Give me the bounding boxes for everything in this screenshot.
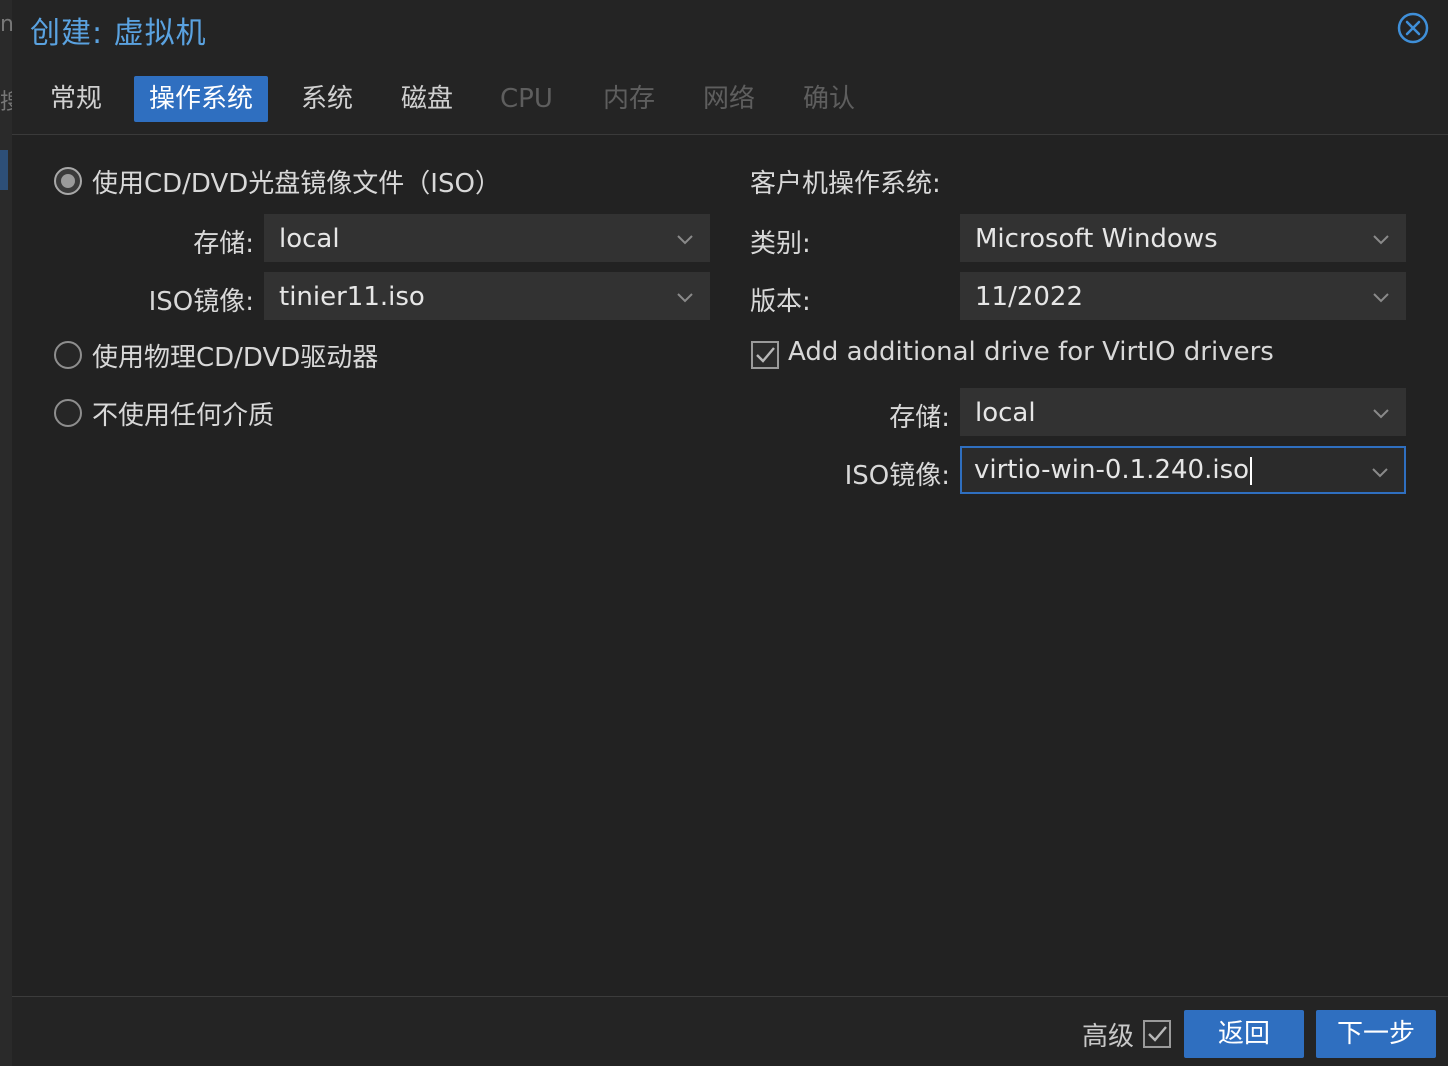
background-fragment: ne	[0, 12, 12, 37]
virtio-iso-input[interactable]: virtio-win-0.1.240.iso	[974, 448, 1253, 492]
media-iso-value: tinier11.iso	[279, 282, 425, 312]
back-button[interactable]: 返回	[1184, 1010, 1304, 1058]
close-button[interactable]	[1397, 12, 1429, 44]
chevron-down-icon[interactable]	[1371, 403, 1391, 423]
virtio-drive-label[interactable]: Add additional drive for VirtIO drivers	[788, 337, 1274, 367]
close-icon	[1397, 12, 1429, 44]
chevron-down-icon[interactable]	[1370, 462, 1390, 482]
tab-network[interactable]: 网络	[688, 76, 770, 122]
virtio-iso-label: ISO镜像:	[844, 461, 950, 491]
radio-use-physical-drive-label[interactable]: 使用物理CD/DVD驱动器	[92, 337, 378, 374]
tab-memory[interactable]: 内存	[588, 76, 670, 122]
dialog-titlebar: 创建: 虚拟机	[12, 0, 1448, 56]
tab-system[interactable]: 系统	[286, 76, 368, 122]
background-fragment: 搜	[0, 90, 12, 115]
dialog-title: 创建: 虚拟机	[30, 16, 207, 51]
os-version-value: 11/2022	[975, 282, 1084, 312]
advanced-checkbox[interactable]	[1143, 1020, 1171, 1048]
os-type-label: 类别:	[750, 229, 811, 259]
create-vm-dialog: 创建: 虚拟机 常规 操作系统 系统 磁盘 CPU 内存 网络 确认 使用CD/…	[12, 0, 1448, 1066]
media-storage-label: 存储:	[193, 229, 254, 259]
media-storage-value: local	[279, 224, 340, 254]
background-app-edge: ne 搜	[0, 0, 12, 1066]
radio-dot	[61, 174, 75, 188]
os-version-label: 版本:	[750, 287, 811, 317]
radio-use-iso-label[interactable]: 使用CD/DVD光盘镜像文件（ISO）	[92, 163, 501, 200]
os-version-select[interactable]: 11/2022	[960, 272, 1406, 320]
tab-general[interactable]: 常规	[35, 76, 117, 122]
radio-use-iso[interactable]	[54, 167, 82, 195]
checkmark-icon	[756, 347, 775, 363]
os-type-select[interactable]: Microsoft Windows	[960, 214, 1406, 262]
tab-cpu[interactable]: CPU	[485, 76, 568, 122]
virtio-storage-label: 存储:	[889, 403, 950, 433]
next-button[interactable]: 下一步	[1316, 1010, 1436, 1058]
virtio-storage-select[interactable]: local	[960, 388, 1406, 436]
chevron-down-icon[interactable]	[1371, 229, 1391, 249]
tab-disks[interactable]: 磁盘	[386, 76, 468, 122]
media-iso-label: ISO镜像:	[148, 287, 254, 317]
os-panel: 使用CD/DVD光盘镜像文件（ISO） 存储: local ISO镜像: tin…	[12, 135, 1448, 997]
chevron-down-icon[interactable]	[675, 287, 695, 307]
virtio-storage-value: local	[975, 398, 1036, 428]
background-selection	[0, 150, 8, 190]
os-type-value: Microsoft Windows	[975, 224, 1218, 254]
radio-use-physical-drive[interactable]	[54, 341, 82, 369]
checkmark-icon	[1148, 1026, 1167, 1042]
radio-no-media[interactable]	[54, 399, 82, 427]
chevron-down-icon[interactable]	[675, 229, 695, 249]
guest-os-heading: 客户机操作系统:	[750, 169, 941, 199]
tab-confirm[interactable]: 确认	[788, 76, 870, 122]
virtio-iso-value: virtio-win-0.1.240.iso	[974, 455, 1250, 485]
media-iso-select[interactable]: tinier11.iso	[264, 272, 710, 320]
wizard-tabbar: 常规 操作系统 系统 磁盘 CPU 内存 网络 确认	[12, 56, 1448, 135]
tab-os[interactable]: 操作系统	[134, 76, 269, 122]
media-storage-select[interactable]: local	[264, 214, 710, 262]
chevron-down-icon[interactable]	[1371, 287, 1391, 307]
text-caret	[1250, 456, 1253, 485]
radio-no-media-label[interactable]: 不使用任何介质	[92, 395, 274, 432]
virtio-iso-select[interactable]: virtio-win-0.1.240.iso	[960, 446, 1406, 494]
virtio-drive-checkbox[interactable]	[751, 341, 779, 369]
dialog-footer: 高级 返回 下一步	[12, 997, 1448, 1066]
advanced-label[interactable]: 高级	[1082, 1016, 1134, 1053]
